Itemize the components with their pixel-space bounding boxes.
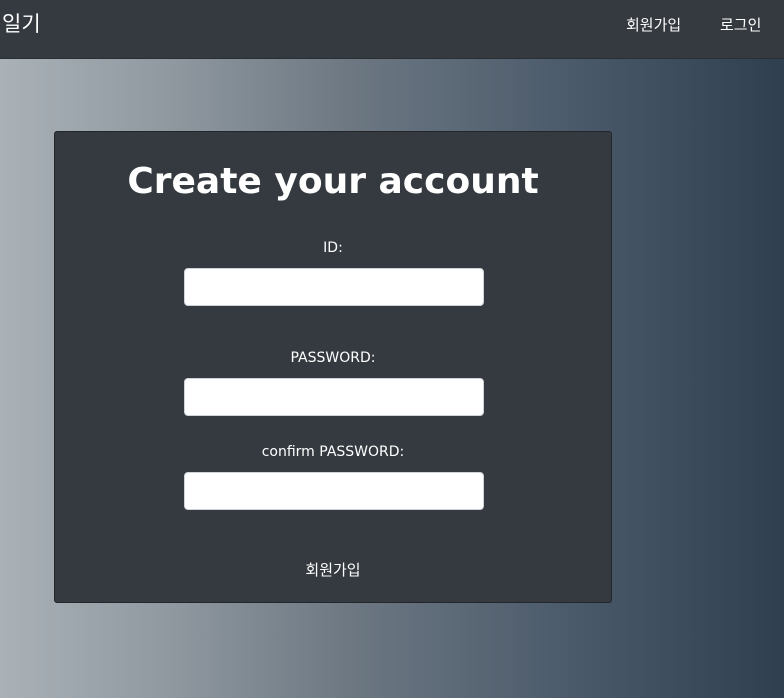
confirm-password-label: confirm PASSWORD: [261, 444, 405, 460]
nav-login-link[interactable]: 로그인 [720, 15, 761, 35]
brand-logo[interactable]: 일기 [2, 11, 41, 37]
page-title: Create your account [127, 161, 539, 202]
navbar: 일기 회원가입 로그인 [0, 0, 784, 59]
password-input[interactable] [184, 378, 484, 416]
id-label: ID: [323, 240, 343, 256]
signup-submit-button[interactable]: 회원가입 [55, 559, 611, 581]
password-label: PASSWORD: [290, 350, 376, 366]
signup-card: Create your account ID: PASSWORD: confir… [54, 131, 612, 603]
confirm-password-input[interactable] [184, 472, 484, 510]
id-input[interactable] [184, 268, 484, 306]
nav-signup-link[interactable]: 회원가입 [626, 15, 681, 35]
